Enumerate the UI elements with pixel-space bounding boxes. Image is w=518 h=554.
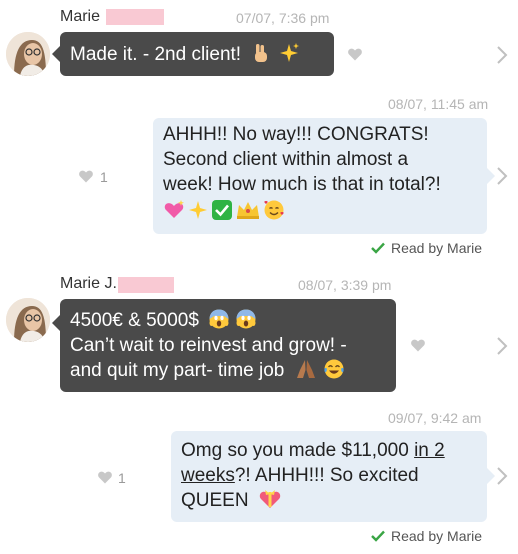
name-redaction [106,9,164,25]
message-line: week! How much is that in total?! [163,174,441,195]
face-screaming-emoji [236,309,256,329]
face-with-tears-of-joy-emoji [324,359,344,379]
avatar[interactable] [6,32,50,76]
emoji-row [163,199,477,221]
read-receipt: Read by Marie [371,528,482,544]
sender-name: Marie J. [60,275,117,292]
chevron-right-icon[interactable] [496,336,508,361]
victory-hand-emoji [246,42,272,67]
message-text: QUEEN [181,490,249,511]
chevron-right-icon[interactable] [496,166,508,191]
message-line: 4500€ & 5000$ [70,310,199,331]
message-timestamp: 07/07, 7:36 pm [236,10,330,26]
message-text-underlined: in 2 [414,440,445,461]
heart-icon [79,170,93,183]
check-icon [371,530,385,542]
read-receipt: Read by Marie [371,240,482,256]
name-redaction [118,277,174,293]
crown-emoji [237,202,259,219]
folded-hands-emoji [296,360,315,378]
heart-with-ribbon-emoji [259,490,281,508]
message-bubble-outgoing[interactable]: Omg so you made $11,000 in 2 weeks?! AHH… [171,431,495,522]
message-text-underlined: weeks [181,465,235,486]
heart-icon [348,48,362,61]
message-timestamp: 08/07, 11:45 am [388,96,489,112]
sparkles-emoji [278,42,300,67]
message-line: AHHH!! No way!!! CONGRATS! [163,124,429,145]
like-button[interactable] [347,46,363,62]
message-text: ?! AHHH!!! So excited [234,465,419,486]
check-mark-button-emoji [212,200,232,220]
heart-icon [98,471,112,484]
chevron-right-icon[interactable] [496,45,508,70]
like-button[interactable] [78,168,94,184]
sparkles-emoji [189,201,207,219]
message-line: and quit my part- time job [70,360,285,381]
avatar[interactable] [6,298,50,342]
message-bubble-incoming[interactable]: 4500€ & 5000$ Can’t wait to reinvest and… [52,299,396,392]
message-text: Made it. - 2nd client! [70,44,242,65]
face-screaming-emoji [209,309,229,329]
chevron-right-icon[interactable] [496,466,508,491]
sender-name: Marie [60,8,101,25]
check-icon [371,242,385,254]
message-bubble-incoming[interactable]: Made it. - 2nd client! [52,32,334,76]
sparkling-heart-emoji [164,200,184,218]
message-bubble-outgoing[interactable]: AHHH!! No way!!! CONGRATS! Second client… [153,118,495,234]
message-line: Can’t wait to reinvest and grow! - [70,335,347,356]
message-line: Second client within almost a [163,149,409,170]
like-count: 1 [118,470,126,486]
smiling-face-with-hearts-emoji [264,200,284,220]
like-count: 1 [100,169,108,185]
like-button[interactable] [410,337,426,353]
read-receipt-text: Read by Marie [391,528,483,544]
message-timestamp: 09/07, 9:42 am [388,410,482,426]
message-timestamp: 08/07, 3:39 pm [298,277,392,293]
like-button[interactable] [97,469,113,485]
read-receipt-text: Read by Marie [391,240,483,256]
message-text: Omg so you made $11,000 [181,440,415,461]
heart-icon [411,339,425,352]
